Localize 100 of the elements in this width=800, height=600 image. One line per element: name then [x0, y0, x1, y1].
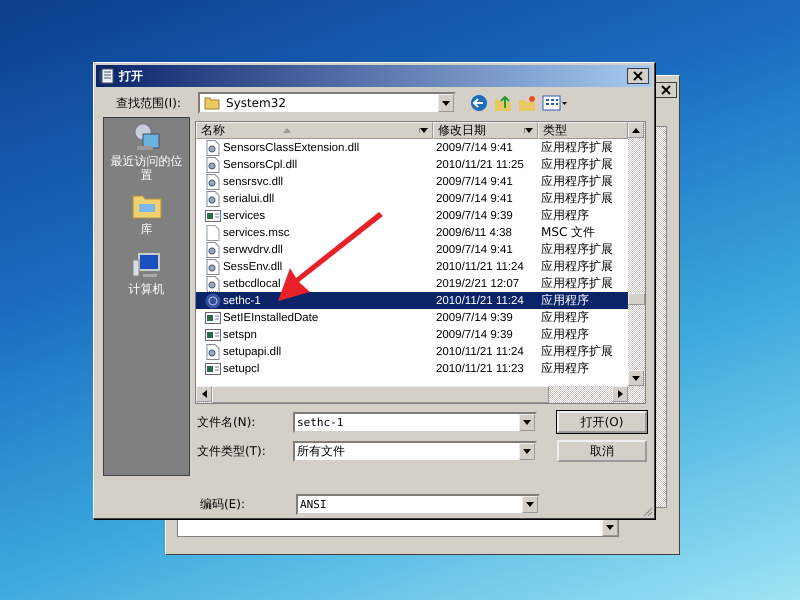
- column-header[interactable]: 名称: [196, 122, 433, 139]
- file-name-field[interactable]: sethc-1: [293, 412, 537, 432]
- scroll-thumb[interactable]: [628, 293, 645, 305]
- file-row[interactable]: setupapi.dll 2010/11/21 11:24 应用程序扩展: [196, 343, 628, 360]
- modified-date: 2010/11/21 11:24: [436, 294, 525, 306]
- program-icon: [205, 310, 221, 326]
- modified-date: 2009/7/14 9:41: [436, 142, 514, 154]
- file-name: setspn: [223, 328, 257, 340]
- file-name-label: 文件名(N):: [196, 414, 256, 430]
- modified-date: 2009/6/11 4:38: [436, 226, 513, 238]
- encoding-label: 编码(E):: [199, 496, 246, 513]
- file-icon: [205, 224, 221, 240]
- down-arrow-icon[interactable]: [632, 376, 640, 380]
- file-name: setupcl: [223, 362, 260, 374]
- modified-date: 2010/11/21 11:23: [436, 362, 525, 374]
- file-row[interactable]: sensrsvc.dll 2009/7/14 9:41 应用程序扩展: [196, 173, 628, 190]
- file-name: SensorsCpl.dll: [223, 158, 298, 170]
- program-icon: [205, 208, 221, 224]
- file-row[interactable]: SensorsClassExtension.dll 2009/7/14 9:41 应用程序扩展: [196, 139, 628, 156]
- places-item[interactable]: 最近访问的位置: [106, 122, 186, 182]
- file-row[interactable]: setupcl 2010/11/21 11:23 应用程序: [196, 360, 628, 377]
- file-row[interactable]: SessEnv.dll 2010/11/21 11:24 应用程序扩展: [196, 258, 628, 275]
- modified-date: 2010/11/21 11:25: [436, 158, 525, 170]
- cancel-button[interactable]: 取消: [557, 440, 647, 462]
- file-name: sensrsvc.dll: [223, 176, 284, 188]
- file-name: SetIEInstalledDate: [223, 312, 318, 324]
- modified-date: 2009/7/14 9:39: [436, 328, 514, 340]
- file-row[interactable]: SensorsCpl.dll 2010/11/21 11:25 应用程序扩展: [196, 156, 628, 173]
- program-icon: [205, 360, 221, 376]
- file-type: 应用程序: [541, 360, 590, 377]
- caret-icon: [606, 524, 614, 530]
- file-type: 应用程序: [541, 309, 590, 326]
- modified-date: 2009/7/14 9:39: [436, 210, 514, 222]
- file-row[interactable]: services.msc 2009/6/11 4:38 MSC 文件: [196, 224, 628, 241]
- caret-icon: [420, 128, 428, 133]
- back-icon[interactable]: [470, 94, 488, 112]
- file-name: setupapi.dll: [223, 346, 282, 358]
- file-row[interactable]: serialui.dll 2009/7/14 9:41 应用程序扩展: [196, 190, 628, 207]
- file-type-dropdown[interactable]: 所有文件: [293, 440, 537, 462]
- file-type: 应用程序: [541, 207, 590, 224]
- modified-date: 2009/7/14 9:41: [436, 176, 514, 188]
- file-row[interactable]: sethc-1 2010/11/21 11:24 应用程序: [196, 292, 628, 309]
- caret-icon: [523, 420, 531, 424]
- file-type: 应用程序扩展: [541, 343, 614, 360]
- right-arrow-icon[interactable]: [618, 390, 622, 398]
- caret-icon: [525, 128, 533, 133]
- file-type: 应用程序扩展: [541, 258, 614, 275]
- file-name: SessEnv.dll: [223, 260, 282, 272]
- modified-date: 2009/7/14 9:39: [436, 312, 514, 324]
- file-name: sethc-1: [223, 294, 261, 306]
- resize-grip-icon[interactable]: [641, 505, 653, 517]
- file-name: SensorsClassExtension.dll: [223, 142, 360, 154]
- file-type: 应用程序: [541, 292, 590, 309]
- file-type: 应用程序: [541, 326, 590, 343]
- file-name: services: [223, 210, 266, 222]
- close-icon[interactable]: [627, 68, 649, 84]
- encoding-dropdown[interactable]: ANSI: [296, 494, 540, 515]
- caret-icon: [442, 100, 450, 106]
- file-type: 应用程序扩展: [541, 241, 614, 258]
- file-type: 应用程序扩展: [541, 275, 614, 292]
- look-in-dropdown[interactable]: System32: [198, 92, 456, 114]
- left-arrow-icon[interactable]: [202, 390, 206, 398]
- notepad-icon: [99, 68, 115, 84]
- open-button[interactable]: 打开(O): [557, 411, 647, 433]
- file-row[interactable]: services 2009/7/14 9:39 应用程序: [196, 207, 628, 224]
- file-type: 应用程序扩展: [541, 173, 614, 190]
- modified-date: 2010/11/21 11:24: [436, 346, 525, 358]
- up-arrow-icon[interactable]: [632, 128, 640, 132]
- column-header[interactable]: 修改日期: [433, 122, 538, 139]
- file-name: serialui.dll: [223, 192, 274, 204]
- file-row[interactable]: setbcdlocal 2019/2/21 12:07 应用程序扩展: [196, 275, 628, 292]
- close-icon[interactable]: [655, 82, 677, 98]
- file-type: 应用程序扩展: [541, 156, 614, 173]
- file-row[interactable]: SetIEInstalledDate 2009/7/14 9:39 应用程序: [196, 309, 628, 326]
- file-name: setbcdlocal: [223, 278, 281, 290]
- modified-date: 2019/2/21 12:07: [436, 278, 520, 290]
- caret-icon: [523, 448, 531, 454]
- modified-date: 2010/11/21 11:24: [436, 260, 525, 272]
- vertical-scrollbar[interactable]: [628, 122, 645, 403]
- modified-date: 2009/7/14 9:41: [436, 192, 514, 204]
- places-item[interactable]: 计算机: [106, 250, 186, 296]
- look-in-label: 查找范围(I):: [116, 94, 182, 112]
- horizontal-scrollbar[interactable]: [196, 386, 628, 403]
- places-item[interactable]: 库: [106, 190, 186, 236]
- program-icon: [205, 326, 221, 342]
- column-header[interactable]: 类型: [538, 122, 628, 139]
- folder-icon: [204, 95, 220, 111]
- sort-icon: [283, 128, 291, 133]
- file-type: 应用程序扩展: [541, 190, 614, 207]
- file-name: services.msc: [223, 226, 290, 238]
- file-type-label: 文件类型(T):: [196, 442, 267, 460]
- view-menu-icon[interactable]: [542, 94, 568, 112]
- file-row[interactable]: setspn 2009/7/14 9:39 应用程序: [196, 326, 628, 343]
- caret-icon: [526, 502, 534, 507]
- file-name: serwvdrv.dll: [223, 244, 283, 256]
- file-row[interactable]: serwvdrv.dll 2009/7/14 9:41 应用程序扩展: [196, 241, 628, 258]
- file-type: 应用程序扩展: [541, 139, 614, 156]
- file-type: MSC 文件: [541, 224, 596, 241]
- modified-date: 2009/7/14 9:41: [436, 244, 514, 256]
- window-title: 打开: [119, 68, 144, 84]
